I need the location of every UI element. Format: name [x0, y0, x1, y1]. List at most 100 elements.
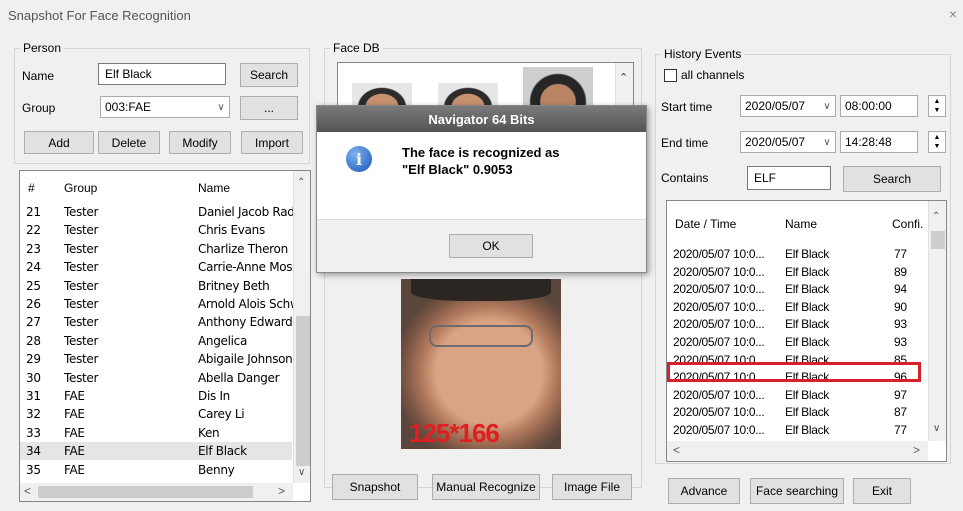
- import-button[interactable]: Import: [241, 131, 303, 154]
- table-row[interactable]: 21 Tester Daniel Jacob Rad..: [20, 203, 294, 221]
- row-datetime: 2020/05/07 10:0...: [673, 264, 765, 279]
- face-glasses: [429, 325, 533, 347]
- col-group-header[interactable]: Group: [64, 181, 97, 195]
- table-row[interactable]: 2020/05/07 10:0... Elf Black 97: [667, 386, 927, 404]
- row-name: Elf Black: [785, 247, 829, 261]
- start-date-select[interactable]: 2020/05/07 ∨: [740, 95, 836, 117]
- row-datetime: 2020/05/07 10:0...: [673, 317, 765, 332]
- table-row[interactable]: 2020/05/07 10:0... Elf Black 93: [667, 315, 927, 333]
- person-list-header: # Group Name: [20, 171, 292, 201]
- person-list-hscroll[interactable]: < >: [20, 483, 293, 501]
- history-list[interactable]: Date / Time Name Confi. 2020/05/07 10:0.…: [666, 200, 947, 462]
- col-name-header[interactable]: Name: [198, 181, 230, 195]
- table-row[interactable]: 2020/05/07 10:0... Elf Black 77: [667, 245, 927, 263]
- table-row[interactable]: 24 Tester Carrie-Anne Moss: [20, 258, 294, 276]
- close-icon[interactable]: ×: [949, 6, 957, 22]
- face-db-vscroll[interactable]: ⌃: [615, 63, 633, 111]
- scroll-down-icon[interactable]: ∨: [933, 423, 940, 434]
- history-list-hscroll[interactable]: < >: [667, 441, 928, 461]
- person-list-vscroll-thumb[interactable]: [296, 316, 310, 466]
- table-row[interactable]: 35 FAE Benny: [20, 461, 292, 479]
- history-legend: History Events: [661, 47, 745, 61]
- face-searching-button[interactable]: Face searching: [750, 478, 844, 504]
- face-db-legend: Face DB: [330, 41, 383, 55]
- add-button[interactable]: Add: [24, 131, 94, 154]
- scroll-left-icon[interactable]: <: [673, 443, 680, 457]
- person-list-hscroll-thumb[interactable]: [38, 486, 253, 498]
- snapshot-size-label: 125*166: [409, 418, 500, 448]
- dialog-title: Navigator 64 Bits: [317, 106, 646, 132]
- end-time-spinner[interactable]: ▲ ▼: [928, 131, 946, 153]
- row-name: Dis In: [198, 389, 230, 403]
- start-time-spinner[interactable]: ▲ ▼: [928, 95, 946, 117]
- manual-recognize-button[interactable]: Manual Recognize: [432, 474, 540, 500]
- scroll-up-icon[interactable]: ⌃: [932, 211, 940, 222]
- col-name-header[interactable]: Name: [785, 217, 817, 231]
- table-row[interactable]: 2020/05/07 10:0... Elf Black 93: [667, 333, 927, 351]
- table-row[interactable]: 2020/05/07 10:0... Elf Black 77: [667, 421, 927, 439]
- scroll-up-icon[interactable]: ⌃: [297, 177, 305, 188]
- row-group: Tester: [64, 297, 99, 311]
- scroll-up-icon[interactable]: ⌃: [619, 71, 628, 84]
- image-file-button[interactable]: Image File: [552, 474, 632, 500]
- end-time-input[interactable]: 14:28:48: [840, 131, 918, 153]
- person-search-button[interactable]: Search: [240, 63, 298, 87]
- scroll-right-icon[interactable]: >: [278, 484, 285, 498]
- start-time-input[interactable]: 08:00:00: [840, 95, 918, 117]
- delete-button[interactable]: Delete: [98, 131, 160, 154]
- row-number: 22: [26, 223, 41, 238]
- table-row[interactable]: 2020/05/07 10:0... Elf Black 94: [667, 280, 927, 298]
- table-row[interactable]: 31 FAE Dis In: [20, 387, 292, 405]
- col-confidence-header[interactable]: Confi.: [892, 217, 923, 231]
- row-name: Benny: [198, 462, 235, 477]
- group-select[interactable]: 003:FAE ∨: [100, 96, 230, 118]
- table-row[interactable]: 23 Tester Charlize Theron: [20, 240, 292, 258]
- row-number: 32: [26, 407, 41, 422]
- row-confidence: 93: [894, 317, 907, 332]
- history-list-vscroll-thumb[interactable]: [931, 231, 945, 249]
- person-list-vscroll[interactable]: ⌃ ∨: [293, 171, 310, 483]
- exit-button[interactable]: Exit: [853, 478, 911, 504]
- row-name: Elf Black: [785, 317, 829, 332]
- group-label: Group: [22, 101, 56, 115]
- table-row[interactable]: 2020/05/07 10:0... Elf Black 87: [667, 403, 927, 421]
- table-row[interactable]: 25 Tester Britney Beth: [20, 277, 292, 295]
- row-number: 33: [26, 425, 41, 440]
- table-row[interactable]: 28 Tester Angelica: [20, 332, 292, 350]
- col-number-header[interactable]: #: [28, 181, 35, 195]
- history-list-vscroll[interactable]: ⌃ ∨: [928, 201, 946, 441]
- person-list[interactable]: # Group Name 21 Tester Daniel Jacob Rad.. 2…: [19, 170, 311, 502]
- row-number: 31: [26, 389, 41, 403]
- table-row[interactable]: 34 FAE Elf Black: [20, 442, 292, 461]
- table-row[interactable]: 26 Tester Arnold Alois Schw..: [20, 295, 294, 313]
- row-name: Anthony Edward S..: [198, 315, 294, 330]
- contains-input[interactable]: ELF: [747, 166, 831, 190]
- table-row[interactable]: 27 Tester Anthony Edward S..: [20, 313, 294, 331]
- name-input[interactable]: Elf Black: [98, 63, 226, 85]
- table-row[interactable]: 32 FAE Carey Li: [20, 405, 292, 423]
- scroll-right-icon[interactable]: >: [913, 443, 920, 457]
- table-row[interactable]: 29 Tester Abigaile Johnson: [20, 350, 293, 368]
- row-name: Britney Beth: [198, 278, 270, 293]
- scroll-left-icon[interactable]: <: [24, 484, 31, 498]
- group-more-button[interactable]: ...: [240, 96, 298, 120]
- dialog-ok-button[interactable]: OK: [449, 234, 533, 258]
- advance-button[interactable]: Advance: [668, 478, 740, 504]
- row-name: Elf Black: [198, 444, 247, 459]
- end-date-select[interactable]: 2020/05/07 ∨: [740, 131, 836, 153]
- all-channels-checkbox[interactable]: [664, 69, 677, 82]
- history-search-button[interactable]: Search: [843, 166, 941, 192]
- snapshot-button[interactable]: Snapshot: [332, 474, 418, 500]
- table-row[interactable]: 22 Tester Chris Evans: [20, 221, 292, 239]
- table-row[interactable]: 2020/05/07 10:0... Elf Black 89: [667, 263, 927, 281]
- row-group: FAE: [64, 389, 85, 403]
- table-row[interactable]: 2020/05/07 10:0... Elf Black 90: [667, 298, 927, 316]
- table-row[interactable]: 30 Tester Abella Danger: [20, 369, 292, 387]
- row-number: 24: [26, 260, 41, 275]
- row-number: 28: [26, 333, 41, 348]
- row-name: Arnold Alois Schw..: [198, 297, 294, 311]
- table-row[interactable]: 33 FAE Ken: [20, 424, 292, 442]
- scroll-down-icon[interactable]: ∨: [298, 467, 305, 478]
- col-datetime-header[interactable]: Date / Time: [675, 217, 736, 231]
- modify-button[interactable]: Modify: [169, 131, 231, 154]
